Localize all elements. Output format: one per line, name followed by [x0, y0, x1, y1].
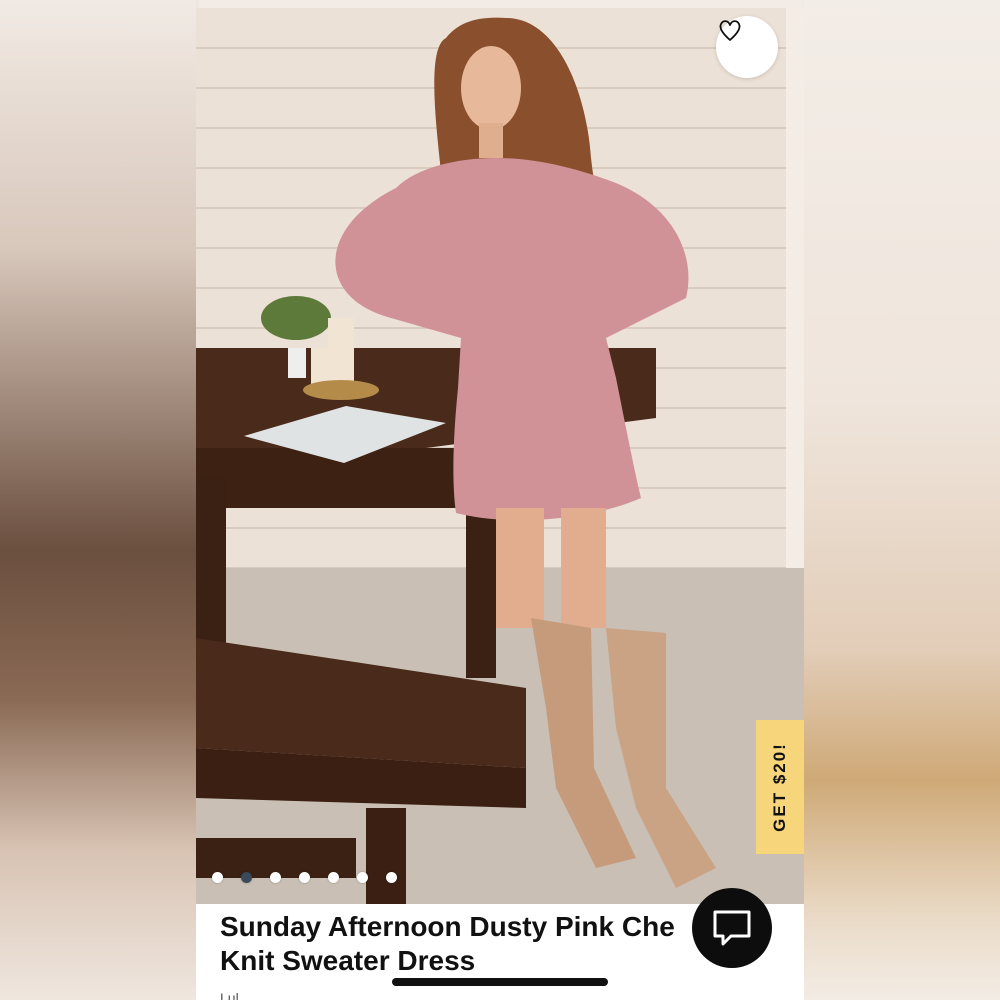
- product-title: Sunday Afternoon Dusty Pink Che Knit Swe…: [220, 910, 700, 978]
- blurred-background-left: [0, 0, 196, 1000]
- chat-bubble-icon: [713, 910, 751, 946]
- product-image[interactable]: GET $20!: [196, 8, 804, 904]
- carousel-dot-6[interactable]: [357, 872, 368, 883]
- heart-icon: [719, 20, 741, 41]
- home-indicator: [392, 978, 608, 986]
- chat-button[interactable]: [692, 888, 772, 968]
- product-title-line-1: Sunday Afternoon Dusty Pink Che: [220, 911, 675, 942]
- carousel-dots: [212, 872, 397, 883]
- brand-name: Lul: [220, 990, 239, 1000]
- product-title-line-2: Knit Sweater Dress: [220, 945, 476, 976]
- carousel-dot-2[interactable]: [241, 872, 252, 883]
- favorite-button[interactable]: [716, 16, 778, 78]
- carousel-dot-3[interactable]: [270, 872, 281, 883]
- promo-tab[interactable]: GET $20!: [756, 720, 804, 854]
- carousel-dot-5[interactable]: [328, 872, 339, 883]
- promo-label: GET $20!: [770, 742, 790, 832]
- carousel-dot-7[interactable]: [386, 872, 397, 883]
- product-screen: GET $20! Sunday Afternoon Dusty Pink Che…: [196, 8, 804, 1000]
- carousel-dot-1[interactable]: [212, 872, 223, 883]
- blurred-background-right: [804, 0, 1000, 1000]
- product-photo: [196, 8, 804, 904]
- carousel-dot-4[interactable]: [299, 872, 310, 883]
